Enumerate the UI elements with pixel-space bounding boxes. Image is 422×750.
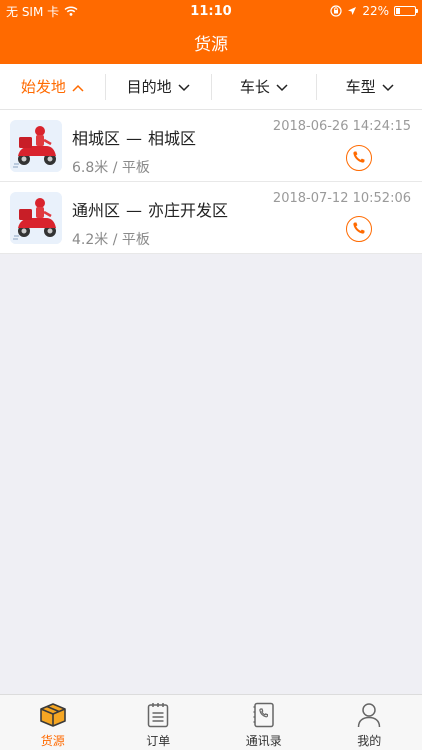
box-icon <box>39 701 66 729</box>
list-item[interactable]: 通州区 — 亦庄开发区 4.2米 / 平板 2018-07-12 10:52:06 <box>0 182 422 254</box>
route-text: 通州区 — 亦庄开发区 <box>72 197 228 221</box>
delivery-scooter-avatar <box>10 192 62 244</box>
filter-vehicle-length[interactable]: 车长 <box>212 73 318 100</box>
destination-text: 相城区 <box>148 129 197 148</box>
notepad-icon <box>145 701 171 729</box>
page-title: 货源 <box>194 35 228 55</box>
origin-text: 相城区 <box>72 129 121 148</box>
status-time: 11:10 <box>190 4 232 19</box>
chevron-down-icon <box>382 78 394 96</box>
chevron-down-icon <box>178 78 190 96</box>
tab-orders-label: 订单 <box>146 734 171 748</box>
route-dash: — <box>126 129 143 148</box>
filter-origin-label: 始发地 <box>20 78 66 96</box>
chevron-up-icon <box>72 78 84 96</box>
phonebook-icon <box>251 701 277 729</box>
timestamp: 2018-06-26 14:24:15 <box>272 119 411 134</box>
phone-icon <box>352 149 366 168</box>
chevron-down-icon <box>276 78 288 96</box>
filter-vehicle-length-label: 车长 <box>239 78 270 96</box>
destination-text: 亦庄开发区 <box>148 201 229 220</box>
person-icon <box>356 701 382 729</box>
cargo-list: 相城区 — 相城区 6.8米 / 平板 2018-06-26 14:24:15 <box>0 110 422 254</box>
tab-contacts-label: 通讯录 <box>245 734 282 748</box>
filter-destination[interactable]: 目的地 <box>106 73 212 100</box>
tab-cargo-label: 货源 <box>40 734 65 748</box>
battery-icon <box>394 6 418 16</box>
header: 无 SIM 卡 11:10 22% 货源 <box>0 0 422 64</box>
tab-contacts[interactable]: 通讯录 <box>211 695 317 750</box>
call-button[interactable] <box>346 145 372 171</box>
tab-profile[interactable]: 我的 <box>317 695 422 750</box>
filter-bar: 始发地 目的地 车长 车型 <box>0 64 422 110</box>
tab-orders[interactable]: 订单 <box>106 695 212 750</box>
origin-text: 通州区 <box>72 201 121 220</box>
filter-origin[interactable]: 始发地 <box>0 73 106 100</box>
timestamp: 2018-07-12 10:52:06 <box>272 191 411 206</box>
status-bar: 无 SIM 卡 11:10 22% <box>0 0 422 22</box>
vehicle-spec: 4.2米 / 平板 <box>72 232 150 248</box>
battery-fill <box>396 8 400 14</box>
filter-vehicle-type[interactable]: 车型 <box>317 74 422 100</box>
phone-icon <box>352 220 366 239</box>
tab-bar: 货源 订单 通讯录 我的 <box>0 694 422 750</box>
delivery-scooter-avatar <box>10 120 62 172</box>
filter-vehicle-type-label: 车型 <box>345 78 376 96</box>
tab-cargo[interactable]: 货源 <box>0 695 106 750</box>
filter-destination-label: 目的地 <box>126 78 172 96</box>
call-button[interactable] <box>346 216 372 242</box>
route-dash: — <box>126 201 143 220</box>
route-text: 相城区 — 相城区 <box>72 125 196 149</box>
list-item[interactable]: 相城区 — 相城区 6.8米 / 平板 2018-06-26 14:24:15 <box>0 110 422 182</box>
vehicle-spec: 6.8米 / 平板 <box>72 160 150 176</box>
tab-profile-label: 我的 <box>357 734 382 748</box>
